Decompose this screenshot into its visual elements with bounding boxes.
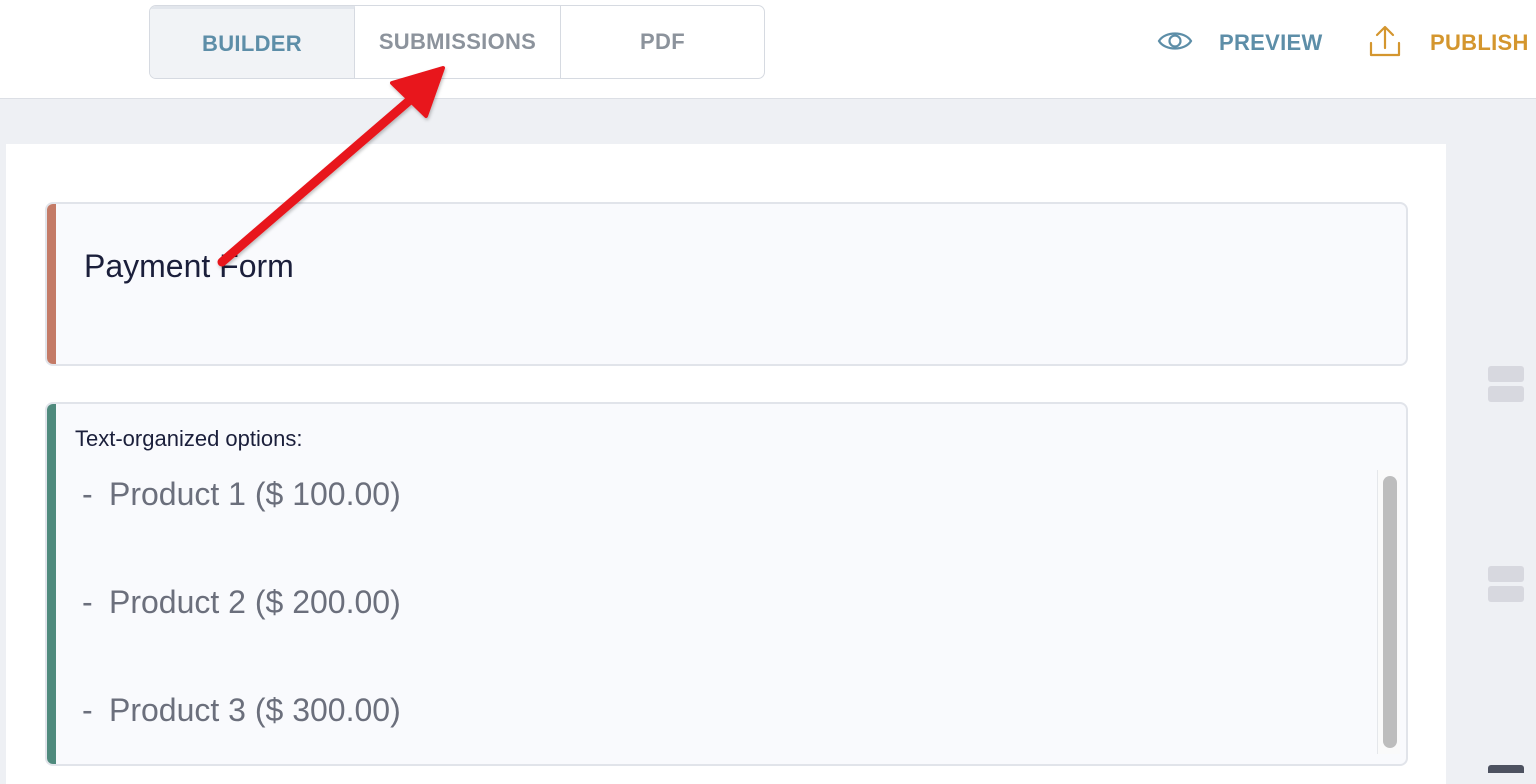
option-dash: - — [82, 476, 93, 512]
scrollbar-thumb[interactable] — [1383, 476, 1397, 748]
preview-label: PREVIEW — [1219, 30, 1323, 55]
drag-handle-icon[interactable] — [1488, 566, 1524, 606]
view-tabs: BUILDER SUBMISSIONS PDF — [149, 5, 765, 79]
form-title-block[interactable]: Payment Form — [45, 202, 1408, 366]
preview-button[interactable]: PREVIEW — [1157, 22, 1323, 64]
drag-handle-icon[interactable] — [1488, 366, 1524, 406]
publish-label: PUBLISH — [1430, 30, 1529, 55]
options-block-accent — [47, 404, 56, 764]
option-text: Product 2 ($ 200.00) — [109, 584, 401, 620]
eye-icon — [1157, 28, 1193, 59]
options-scrollbar[interactable] — [1377, 470, 1400, 754]
publish-button[interactable]: PUBLISH — [1368, 22, 1529, 64]
tab-submissions[interactable]: SUBMISSIONS — [355, 6, 561, 78]
options-block[interactable]: Text-organized options: - Product 1 ($ 10… — [45, 402, 1408, 766]
options-label: Text-organized options: — [75, 426, 303, 451]
option-text: Product 1 ($ 100.00) — [109, 476, 401, 512]
option-dash: - — [82, 584, 93, 620]
upload-icon — [1368, 24, 1402, 63]
top-toolbar: BUILDER SUBMISSIONS PDF PREVIEW PUBLISH — [0, 0, 1536, 99]
tab-pdf[interactable]: PDF — [561, 6, 764, 78]
tab-builder[interactable]: BUILDER — [150, 6, 355, 78]
option-dash: - — [82, 692, 93, 728]
list-item: - Product 2 ($ 200.00) — [82, 584, 401, 621]
list-item: - Product 1 ($ 100.00) — [82, 476, 401, 513]
title-block-accent — [47, 204, 56, 364]
option-text: Product 3 ($ 300.00) — [109, 692, 401, 728]
list-item: - Product 3 ($ 300.00) — [82, 692, 401, 729]
form-title[interactable]: Payment Form — [84, 248, 294, 285]
